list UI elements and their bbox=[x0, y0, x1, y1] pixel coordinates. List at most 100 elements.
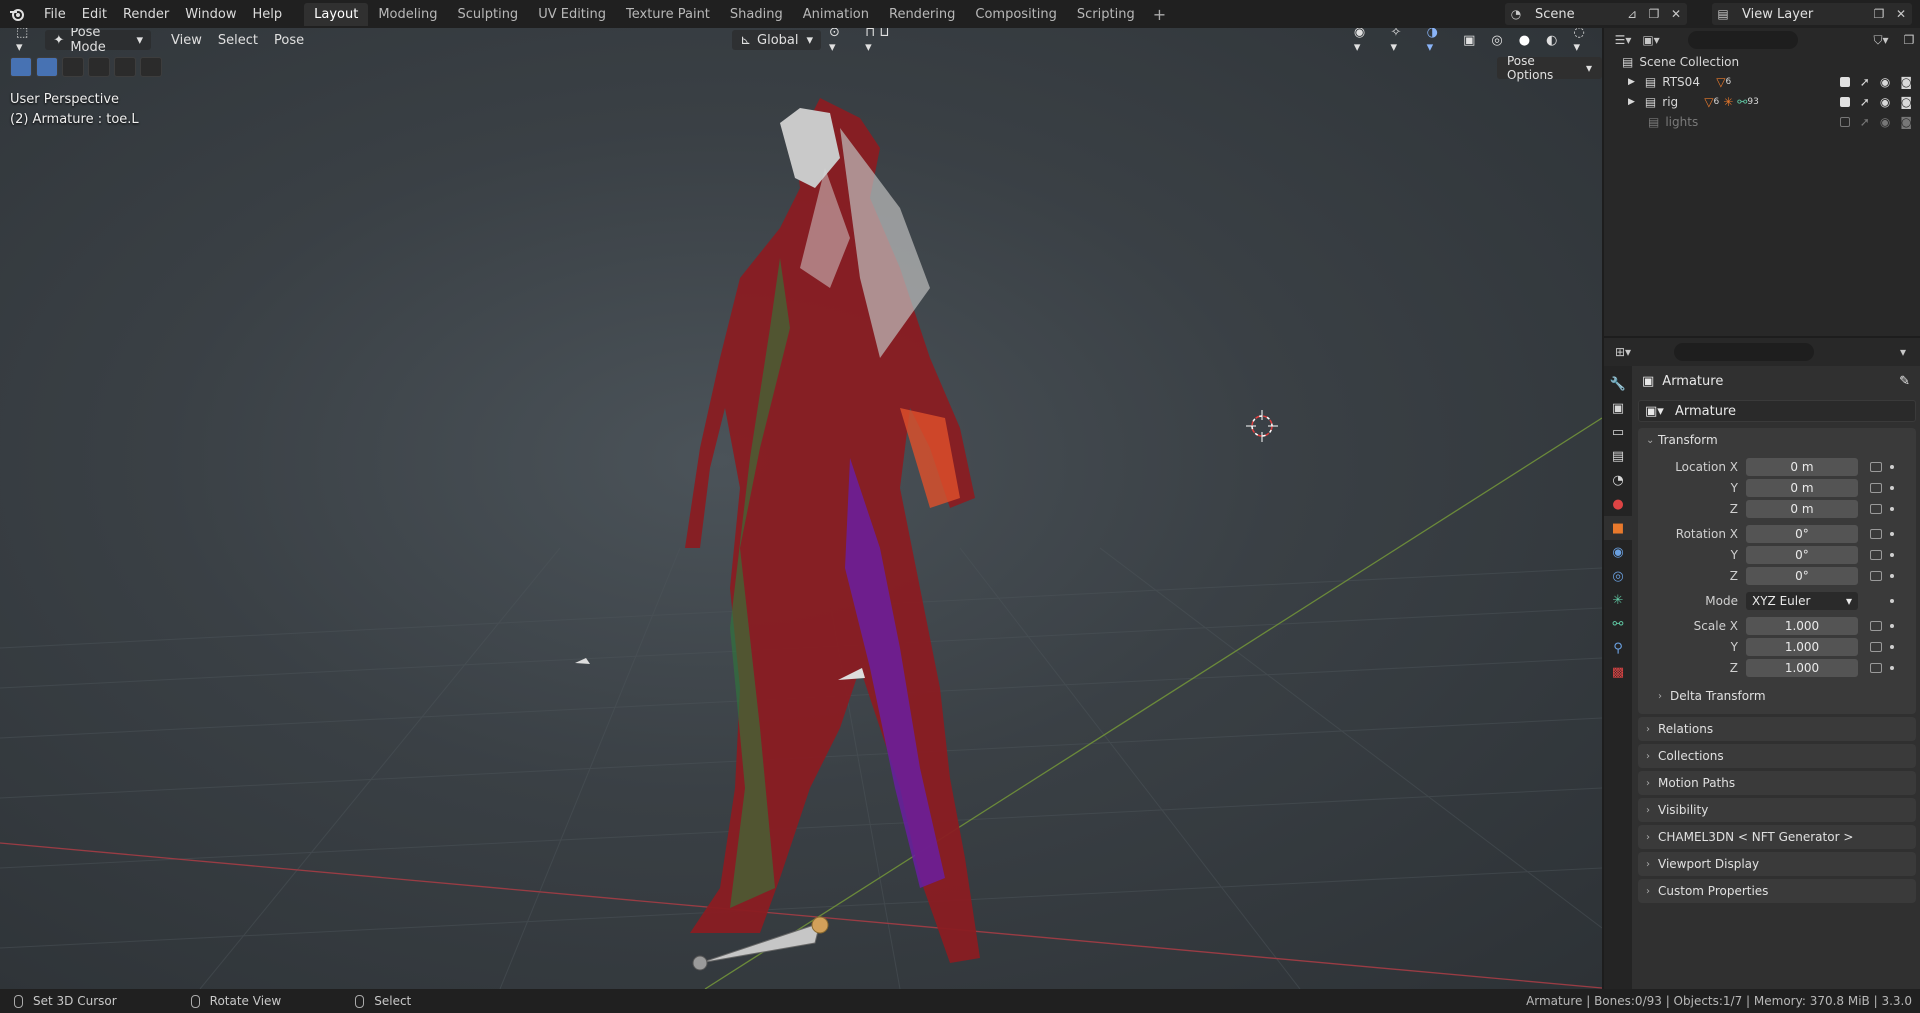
exclude-checkbox[interactable] bbox=[1839, 117, 1850, 127]
pose-menu[interactable]: Pose bbox=[266, 30, 312, 50]
shading-wireframe-icon[interactable]: ◎ bbox=[1483, 30, 1510, 50]
exclude-checkbox[interactable] bbox=[1839, 77, 1850, 87]
lock-icon[interactable] bbox=[1870, 662, 1882, 673]
object-tab-icon[interactable]: ■ bbox=[1604, 516, 1632, 540]
outliner-row-lights[interactable]: ▤ lights ➚ ◉ ◙ bbox=[1604, 112, 1920, 132]
render-tab-icon[interactable]: ▣ bbox=[1604, 396, 1632, 420]
lock-icon[interactable] bbox=[1870, 528, 1882, 539]
object-data-tab-icon[interactable]: ✳ bbox=[1604, 588, 1632, 612]
lock-icon[interactable] bbox=[1870, 620, 1882, 631]
exclude-checkbox[interactable] bbox=[1839, 97, 1850, 107]
lock-icon[interactable] bbox=[1870, 461, 1882, 472]
scale-z-field[interactable]: 1.000 bbox=[1746, 658, 1858, 677]
camera-icon[interactable]: ◙ bbox=[1900, 95, 1912, 109]
snap-icon[interactable]: ⊓ ⊔ ▾ bbox=[857, 28, 906, 55]
outliner-row-rts04[interactable]: ▶ ▤ RTS04 ▽ 6 ➚ ◉ ◙ bbox=[1604, 72, 1920, 92]
keyframe-dot-icon[interactable] bbox=[1890, 506, 1894, 511]
shading-rendered-icon[interactable]: ◌ ▾ bbox=[1565, 28, 1602, 55]
constraint-tab-icon[interactable]: ⚲ bbox=[1604, 636, 1632, 660]
lock-icon[interactable] bbox=[1870, 482, 1882, 493]
properties-search-input[interactable] bbox=[1674, 343, 1814, 361]
new-view-layer-icon[interactable]: ❐ bbox=[1868, 3, 1890, 25]
rotation-x-field[interactable]: 0° bbox=[1746, 524, 1858, 543]
select-subtract-icon[interactable] bbox=[88, 57, 110, 77]
keyframe-dot-icon[interactable] bbox=[1890, 644, 1894, 649]
eye-icon[interactable]: ◉ bbox=[1880, 75, 1890, 89]
keyframe-dot-icon[interactable] bbox=[1890, 485, 1894, 490]
location-z-field[interactable]: 0 m bbox=[1746, 499, 1858, 518]
scene-name[interactable]: Scene bbox=[1527, 7, 1583, 22]
scale-x-field[interactable]: 1.000 bbox=[1746, 616, 1858, 635]
3d-viewport[interactable]: ⬚ ▾ ✦ Pose Mode ▾ View Select Pose ⊾ Glo… bbox=[0, 28, 1602, 989]
select-invert-icon[interactable] bbox=[114, 57, 136, 77]
visibility-panel[interactable]: › Visibility bbox=[1638, 798, 1916, 822]
expand-arrow-icon[interactable]: ▶ bbox=[1628, 97, 1635, 107]
visibility-icon[interactable]: ◉ ▾ bbox=[1346, 28, 1383, 55]
tab-compositing[interactable]: Compositing bbox=[965, 3, 1067, 26]
mode-dropdown[interactable]: ✦ Pose Mode ▾ bbox=[45, 28, 152, 55]
relations-panel[interactable]: › Relations bbox=[1638, 717, 1916, 741]
pose-options-dropdown[interactable]: Pose Options ▾ bbox=[1497, 54, 1602, 82]
tab-uv-editing[interactable]: UV Editing bbox=[528, 3, 616, 26]
rotation-z-field[interactable]: 0° bbox=[1746, 566, 1858, 585]
keyframe-dot-icon[interactable] bbox=[1890, 573, 1894, 578]
new-collection-icon[interactable]: ❐ bbox=[1898, 29, 1920, 51]
texture-tab-icon[interactable]: ▩ bbox=[1604, 660, 1632, 684]
lock-icon[interactable] bbox=[1870, 503, 1882, 514]
nft-generator-panel[interactable]: › CHAMEL3DN < NFT Generator > bbox=[1638, 825, 1916, 849]
overlay-icon[interactable]: ◑ ▾ bbox=[1419, 28, 1456, 55]
blender-logo-icon[interactable] bbox=[8, 5, 26, 23]
editor-type-icon[interactable]: ⊞▾ bbox=[1612, 341, 1634, 363]
location-x-field[interactable]: 0 m bbox=[1746, 457, 1858, 476]
add-workspace-icon[interactable]: + bbox=[1145, 5, 1174, 24]
outliner-search-input[interactable] bbox=[1688, 31, 1798, 49]
selectable-icon[interactable]: ➚ bbox=[1860, 95, 1870, 109]
selectable-icon[interactable]: ➚ bbox=[1860, 115, 1870, 129]
orientation-dropdown[interactable]: ⊾ Global ▾ bbox=[732, 30, 822, 50]
tab-layout[interactable]: Layout bbox=[304, 2, 369, 26]
camera-icon[interactable]: ◙ bbox=[1900, 75, 1912, 89]
tab-rendering[interactable]: Rendering bbox=[879, 3, 965, 26]
lock-icon[interactable] bbox=[1870, 570, 1882, 581]
eye-icon[interactable]: ◉ bbox=[1880, 115, 1890, 129]
new-scene-icon[interactable]: ❐ bbox=[1643, 3, 1665, 25]
delete-scene-icon[interactable]: ✕ bbox=[1665, 3, 1687, 25]
outliner-row-scene-collection[interactable]: ▤ Scene Collection bbox=[1604, 52, 1920, 72]
select-extend-icon[interactable] bbox=[62, 57, 84, 77]
menu-help[interactable]: Help bbox=[245, 4, 291, 25]
scene-tab-icon[interactable]: ◔ bbox=[1604, 468, 1632, 492]
filter-icon[interactable]: ⛉▾ bbox=[1870, 29, 1892, 51]
menu-window[interactable]: Window bbox=[177, 4, 244, 25]
selectable-icon[interactable]: ➚ bbox=[1860, 75, 1870, 89]
rotation-y-field[interactable]: 0° bbox=[1746, 545, 1858, 564]
physics-tab-icon[interactable]: ◎ bbox=[1604, 564, 1632, 588]
tab-texture-paint[interactable]: Texture Paint bbox=[616, 3, 720, 26]
tab-modeling[interactable]: Modeling bbox=[368, 3, 447, 26]
xray-icon[interactable]: ▣ bbox=[1455, 30, 1483, 50]
display-mode-icon[interactable]: ▣▾ bbox=[1640, 29, 1662, 51]
motion-paths-panel[interactable]: › Motion Paths bbox=[1638, 771, 1916, 795]
view-layer-name[interactable]: View Layer bbox=[1734, 7, 1821, 22]
location-y-field[interactable]: 0 m bbox=[1746, 478, 1858, 497]
rotation-mode-select[interactable]: XYZ Euler ▾ bbox=[1746, 591, 1858, 610]
keyframe-dot-icon[interactable] bbox=[1890, 623, 1894, 628]
select-menu[interactable]: Select bbox=[210, 30, 266, 50]
lock-icon[interactable] bbox=[1870, 641, 1882, 652]
world-tab-icon[interactable]: ● bbox=[1604, 492, 1632, 516]
menu-render[interactable]: Render bbox=[115, 4, 177, 25]
shading-material-icon[interactable]: ◐ bbox=[1538, 30, 1565, 50]
tab-animation[interactable]: Animation bbox=[793, 3, 879, 26]
tool-tab-icon[interactable]: 🔧 bbox=[1604, 372, 1632, 396]
custom-properties-panel[interactable]: › Custom Properties bbox=[1638, 879, 1916, 903]
tab-sculpting[interactable]: Sculpting bbox=[447, 3, 528, 26]
shading-solid-icon[interactable]: ● bbox=[1511, 30, 1538, 50]
camera-icon[interactable]: ◙ bbox=[1900, 115, 1912, 129]
viewport-display-panel[interactable]: › Viewport Display bbox=[1638, 852, 1916, 876]
keyframe-dot-icon[interactable] bbox=[1890, 531, 1894, 536]
eye-icon[interactable]: ◉ bbox=[1880, 95, 1890, 109]
pin-icon[interactable]: ⊿ bbox=[1621, 3, 1643, 25]
outliner-row-rig[interactable]: ▶ ▤ rig ▽ 6 ✳ ⚯ 93 ➚ ◉ ◙ bbox=[1604, 92, 1920, 112]
delta-transform-header[interactable]: › Delta Transform bbox=[1638, 684, 1916, 708]
menu-file[interactable]: File bbox=[36, 4, 74, 25]
collections-panel[interactable]: › Collections bbox=[1638, 744, 1916, 768]
